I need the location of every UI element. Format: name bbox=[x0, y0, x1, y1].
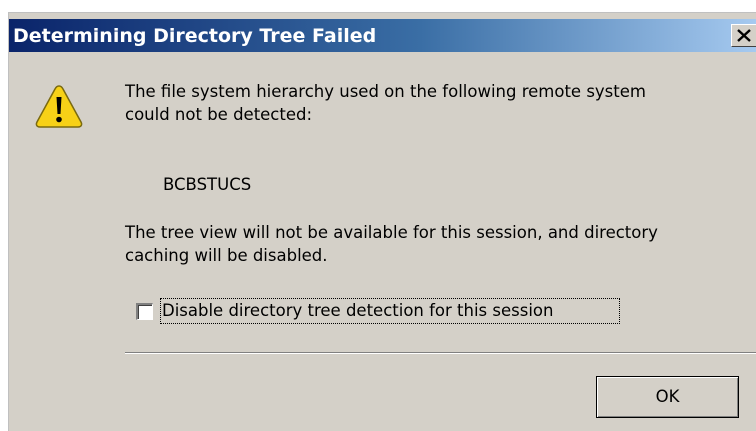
error-dialog: Determining Directory Tree Failed The fi… bbox=[8, 12, 756, 431]
message-line-3: The tree view will not be available for … bbox=[125, 223, 658, 242]
message-line-1: The file system hierarchy used on the fo… bbox=[125, 82, 646, 101]
separator bbox=[125, 352, 756, 354]
message-line-4: caching will be disabled. bbox=[125, 246, 328, 265]
close-button[interactable] bbox=[731, 24, 756, 47]
ok-button[interactable]: OK bbox=[596, 376, 739, 418]
close-icon bbox=[737, 29, 751, 42]
remote-system-name: BCBSTUCS bbox=[163, 175, 252, 194]
page: Determining Directory Tree Failed The fi… bbox=[0, 0, 756, 431]
warning-icon bbox=[35, 85, 83, 128]
disable-tree-detection-checkbox[interactable] bbox=[136, 303, 153, 320]
dialog-title: Determining Directory Tree Failed bbox=[13, 25, 377, 47]
message-line-2: could not be detected: bbox=[125, 105, 313, 124]
disable-tree-detection-label[interactable]: Disable directory tree detection for thi… bbox=[160, 298, 620, 324]
title-bar[interactable]: Determining Directory Tree Failed bbox=[9, 19, 756, 52]
